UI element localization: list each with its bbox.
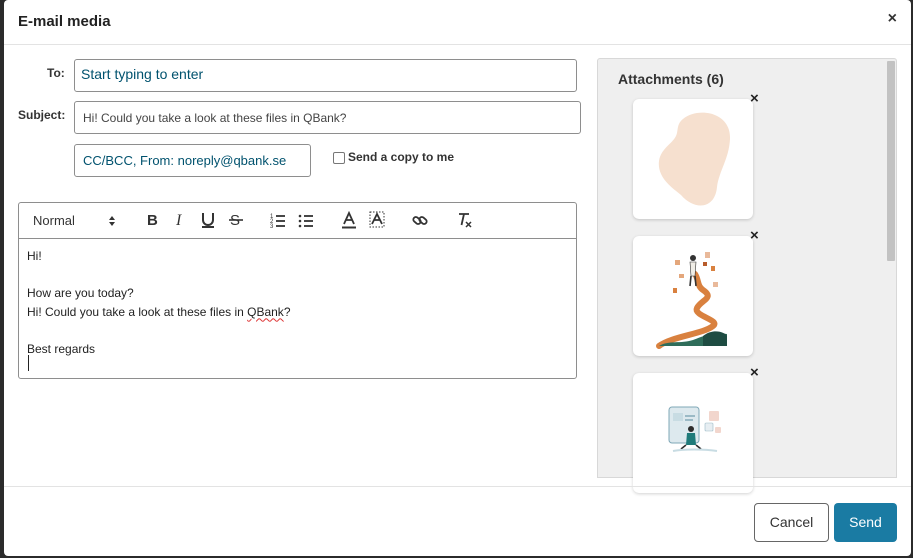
send-button[interactable]: Send [834,503,897,542]
remove-attachment-icon[interactable]: × [750,90,759,107]
underline-icon[interactable] [200,211,216,229]
clear-format-icon[interactable] [457,211,473,229]
subject-value: Hi! Could you take a look at these files… [83,111,347,125]
misspelled-word: QBank [247,304,284,319]
woman-walking-path-thumbnail-icon [656,252,727,349]
svg-text:B: B [147,212,158,229]
message-editor: Normal B I S 123 [18,202,577,379]
message-body[interactable]: Hi! How are you today? Hi! Could you tak… [27,247,291,358]
body-line: Hi! Could you take a look at these files… [27,304,291,319]
text-caret [28,355,29,371]
editor-toolbar: Normal B I S 123 [19,203,576,239]
attachment-card[interactable] [633,236,753,356]
cc-bcc-from-label: CC/BCC, From: noreply@qbank.se [83,153,287,168]
text-color-icon[interactable] [341,211,357,229]
attachment-card[interactable] [633,99,753,219]
link-icon[interactable] [412,211,428,229]
dialog-header: E-mail media × [4,0,911,45]
abstract-shape-thumbnail-icon [658,112,731,206]
to-input[interactable]: Start typing to enter [74,59,577,92]
format-select[interactable]: Normal [33,213,75,228]
person-at-screen-thumbnail-icon [668,406,721,452]
to-placeholder: Start typing to enter [81,66,204,82]
email-media-dialog: E-mail media × To: Start typing to enter… [4,0,911,556]
italic-icon[interactable]: I [173,211,187,229]
attachments-panel: Attachments (6) × × × [597,58,897,493]
body-line: Hi! [27,249,42,263]
attachments-title: Attachments (6) [618,71,724,87]
body-line: How are you today? [27,286,134,300]
cancel-button[interactable]: Cancel [754,503,829,542]
send-copy-checkbox[interactable] [333,152,345,164]
highlight-icon[interactable] [369,211,385,229]
remove-attachment-icon[interactable]: × [750,364,759,381]
strikethrough-icon[interactable]: S [228,211,244,229]
subject-label: Subject: [18,108,66,122]
dialog-footer: Cancel Send [4,486,911,556]
bullet-list-icon[interactable] [298,211,314,229]
bold-icon[interactable]: B [145,211,159,229]
svg-text:I: I [175,212,182,229]
attachment-card[interactable] [633,373,753,493]
cc-bcc-from-button[interactable]: CC/BCC, From: noreply@qbank.se [74,144,311,177]
svg-text:3: 3 [270,224,274,229]
body-line: Best regards [27,341,96,356]
remove-attachment-icon[interactable]: × [750,227,759,244]
to-label: To: [47,66,65,80]
select-arrows-icon[interactable] [108,214,116,228]
send-copy-label[interactable]: Send a copy to me [348,150,454,164]
ordered-list-icon[interactable]: 123 [270,211,286,229]
scrollbar-thumb[interactable] [887,61,895,261]
close-icon[interactable]: × [888,10,897,28]
subject-input[interactable]: Hi! Could you take a look at these files… [74,101,581,134]
dialog-title: E-mail media [18,13,111,30]
